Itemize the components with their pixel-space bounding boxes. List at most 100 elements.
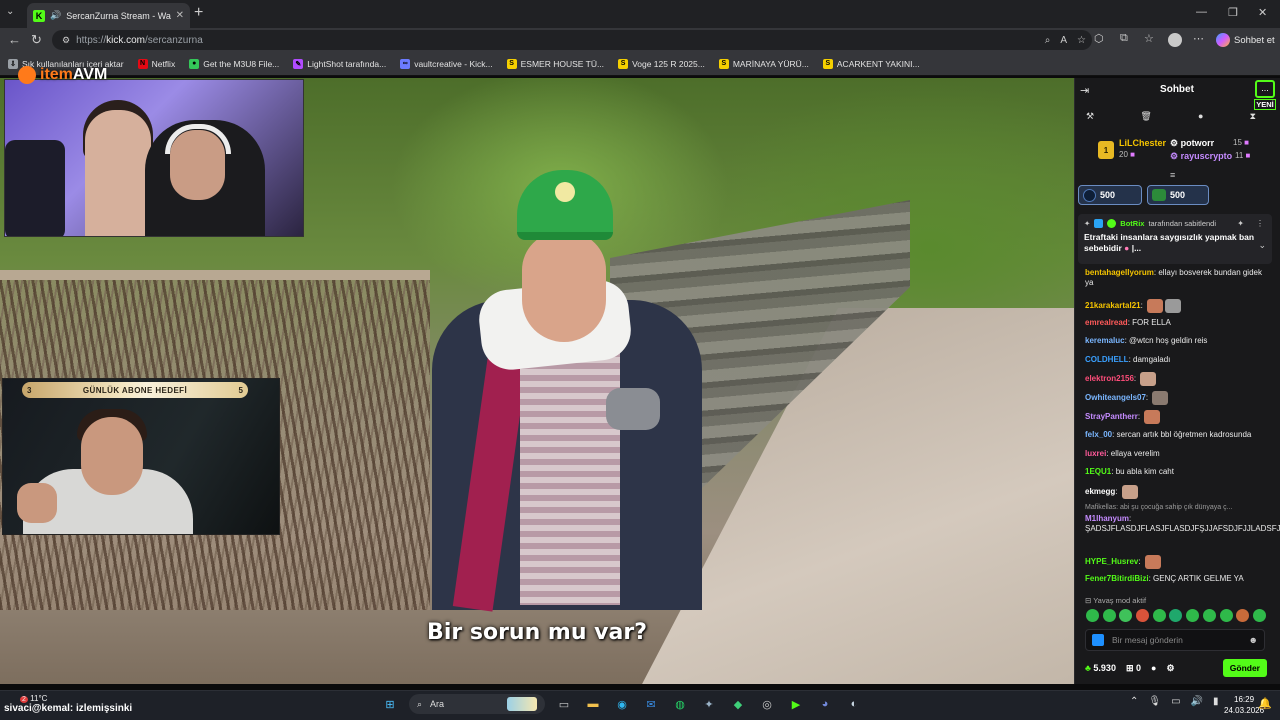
bookmark-item[interactable]: S MARİNAYA YÜRÜ... [718, 58, 809, 69]
chat-username[interactable]: keremaluc [1085, 336, 1125, 345]
kick-app-icon[interactable]: ▶ [786, 694, 806, 714]
reload-icon[interactable]: ↻ [31, 32, 42, 48]
leader-first-name[interactable]: LiLChester [1119, 138, 1166, 148]
taskbar-search[interactable]: ⌕ Ara [409, 694, 545, 714]
chat-message[interactable]: Owhiteangels07: [1085, 391, 1265, 405]
chat-bubble-icon[interactable]: ● [1198, 111, 1203, 122]
favorite-star-icon[interactable]: ☆ [1077, 35, 1086, 46]
chat-username[interactable]: 21karakartal21 [1085, 301, 1141, 310]
gift-card[interactable]: 500 [1078, 185, 1142, 205]
chat-username[interactable]: elektron2156 [1085, 374, 1134, 383]
quick-emote[interactable] [1102, 609, 1116, 622]
bookmark-item[interactable]: S ACARKENT YAKINI... [822, 58, 920, 69]
chat-username[interactable]: 1EQU1 [1085, 467, 1111, 476]
volume-icon[interactable]: 🔊 [1191, 696, 1203, 707]
quick-emote[interactable] [1202, 609, 1216, 622]
chat-message[interactable]: luxrei: ellaya verelim [1085, 449, 1265, 459]
weather-widget[interactable]: 2 11°C [20, 694, 47, 703]
app-icon[interactable]: ✦ [699, 694, 719, 714]
quick-emote[interactable] [1252, 609, 1266, 622]
chat-message[interactable]: M1lhanyum: ŞADSJFLASDJFLASJFLASDJFŞJJAFS… [1085, 514, 1280, 534]
address-bar[interactable]: ⚙ https://kick.com/sercanzurna ⌕ A ☆ [52, 30, 1092, 50]
whatsapp-icon[interactable]: ◍ [670, 694, 690, 714]
microphone-icon[interactable]: 🎙 [1148, 696, 1161, 707]
minimize-icon[interactable]: — [1196, 6, 1207, 18]
app-icon[interactable]: ◆ [728, 694, 748, 714]
chat-more-button[interactable]: ... [1255, 80, 1275, 98]
chat-username[interactable]: Fener7BitirdiBizi [1085, 574, 1149, 583]
quick-emote[interactable] [1119, 609, 1133, 622]
windows-start-icon[interactable]: ⊞ [380, 694, 400, 714]
bookmark-item[interactable]: ✎ LightShot tarafında... [293, 58, 386, 69]
chat-username[interactable]: M1lhanyum [1085, 514, 1129, 523]
steam-icon[interactable]: ◐ [844, 694, 864, 714]
pin-icon[interactable]: ✦ [1237, 219, 1244, 228]
mail-icon[interactable]: ✉ [641, 694, 661, 714]
zoom-icon[interactable]: ⌕ [1045, 35, 1051, 46]
chevron-up-icon[interactable]: ⌃ [1130, 696, 1138, 707]
chat-message[interactable]: felx_00: sercan artık bbl öğretmen kadro… [1085, 430, 1265, 440]
chat-message[interactable]: Fener7BitirdiBizi: GENÇ ARTIK GELME YA [1085, 574, 1265, 584]
close-window-icon[interactable]: ✕ [1258, 6, 1267, 19]
send-button[interactable]: Gönder [1222, 659, 1267, 677]
profile-avatar[interactable] [1168, 33, 1182, 47]
extensions-icon[interactable]: ⬡ [1094, 32, 1104, 45]
trash-icon[interactable]: 🗑 [1140, 111, 1151, 122]
restore-icon[interactable]: ❐ [1228, 6, 1238, 19]
chat-message[interactable]: 1EQU1: bu abla kim caht [1085, 467, 1265, 477]
app-icon[interactable]: ◎ [757, 694, 777, 714]
chat-message[interactable]: ekmegg: [1085, 485, 1265, 499]
leader-second-name[interactable]: ⚙ potworr [1170, 138, 1214, 149]
gift-counter[interactable]: ⊞ 0 [1126, 663, 1141, 674]
points-display[interactable]: ♣ 5.930 [1085, 663, 1116, 673]
chat-username[interactable]: COLDHELL [1085, 355, 1129, 364]
chevron-down-icon[interactable]: ⌄ [1258, 240, 1266, 251]
speaker-icon[interactable]: 🔊 [50, 10, 61, 21]
file-explorer-icon[interactable]: ▬ [583, 694, 603, 714]
quick-emote[interactable] [1169, 609, 1183, 622]
task-view-icon[interactable]: ▭ [554, 694, 574, 714]
quick-emote[interactable] [1086, 609, 1099, 622]
quick-emote[interactable] [1136, 609, 1150, 622]
gift-card[interactable]: 500 [1147, 185, 1209, 205]
chat-username[interactable]: Owhiteangels07 [1085, 393, 1146, 402]
bookmark-item[interactable]: ∞ vaultcreative - Kick... [400, 58, 493, 69]
bookmark-item[interactable]: ● Get the M3U8 File... [189, 58, 279, 69]
display-icon[interactable]: ▭ [1171, 696, 1180, 707]
chat-bubble-icon[interactable]: ● [1151, 663, 1156, 673]
copilot-button[interactable]: Sohbet et [1216, 33, 1275, 47]
leader-third-name[interactable]: ⚙ rayuscrypto [1170, 151, 1232, 162]
chat-username[interactable]: HYPE_Husrev [1085, 557, 1138, 566]
quick-emote[interactable] [1186, 609, 1200, 622]
pinned-menu-icon[interactable]: ⋮ [1256, 219, 1264, 228]
chat-username[interactable]: StrayPantherr [1085, 412, 1138, 421]
bookmark-item[interactable]: S Voge 125 R 2025... [618, 58, 705, 69]
chat-input[interactable]: Bir mesaj gönderin ☻ [1085, 629, 1265, 651]
chat-username[interactable]: ekmegg [1085, 487, 1115, 496]
filter-icon[interactable]: ≡ [1170, 170, 1175, 180]
bookmark-item[interactable]: N Netflix [137, 58, 175, 69]
back-arrow-icon[interactable]: ← [8, 32, 21, 47]
chat-username[interactable]: luxrei [1085, 449, 1106, 458]
chat-message[interactable]: emrealread: FOR ELLA [1085, 318, 1265, 328]
battery-icon[interactable]: ▮ [1213, 696, 1219, 707]
quick-emote[interactable] [1219, 609, 1233, 622]
site-info-icon[interactable]: ⚙ [62, 35, 70, 46]
tab-list-chevron-icon[interactable]: ⌄ [6, 6, 14, 17]
quick-emote[interactable] [1152, 609, 1166, 622]
notification-icon[interactable]: 🔔 [1258, 697, 1272, 710]
chat-message[interactable]: elektron2156: [1085, 372, 1265, 386]
chat-message[interactable]: COLDHELL: damgaladı [1085, 355, 1265, 365]
read-aloud-icon[interactable]: A [1060, 35, 1067, 46]
edge-icon[interactable]: ◉ [612, 694, 632, 714]
chat-message[interactable]: keremaluc: @wtcn hoş geldin reis [1085, 336, 1265, 346]
chat-username[interactable]: emrealread [1085, 318, 1128, 327]
pinned-message[interactable]: ✦ BotRix tarafından sabitlendi Etraftaki… [1078, 214, 1272, 264]
quick-emote[interactable] [1236, 609, 1250, 622]
bookmark-item[interactable]: S ESMER HOUSE TÜ... [506, 58, 604, 69]
gavel-icon[interactable]: ⚒ [1086, 111, 1094, 122]
close-tab-icon[interactable]: ✕ [176, 10, 184, 21]
more-options-icon[interactable]: ⋯ [1193, 32, 1204, 45]
split-screen-icon[interactable]: ⧉ [1120, 32, 1128, 45]
chat-message[interactable]: 21karakartal21: [1085, 299, 1265, 313]
